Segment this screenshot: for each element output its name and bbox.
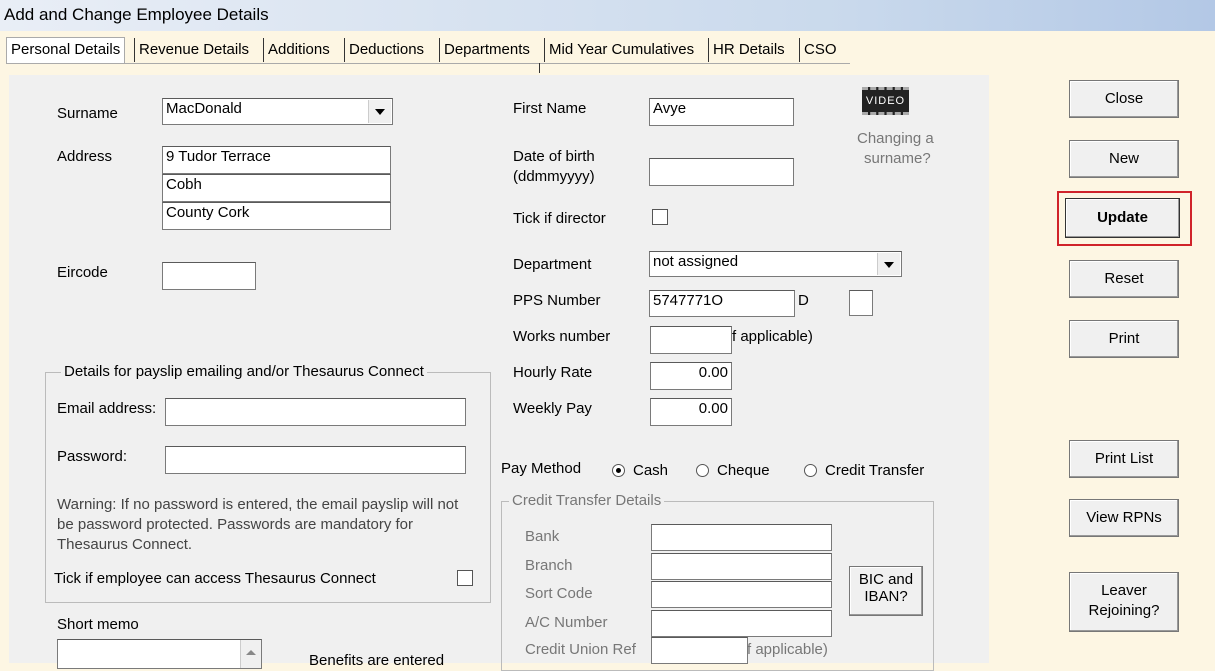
tab-cso[interactable]: CSO — [799, 38, 841, 62]
warning-line-3: Thesaurus Connect. — [57, 536, 193, 553]
address-line-1-input[interactable]: 9 Tudor Terrace — [162, 146, 391, 174]
pps-suffix-input[interactable] — [849, 290, 873, 316]
credit-union-input[interactable] — [651, 637, 748, 664]
department-label: Department — [513, 256, 592, 273]
warning-line-1: Warning: If no password is entered, the … — [57, 496, 459, 513]
connect-access-checkbox[interactable] — [457, 570, 473, 586]
tab-departments[interactable]: Departments — [439, 38, 534, 62]
email-input[interactable] — [165, 398, 466, 426]
sort-code-input[interactable] — [651, 581, 832, 608]
email-label: Email address: — [57, 400, 157, 417]
pps-label: PPS Number — [513, 292, 601, 309]
credit-union-hint: f applicable) — [747, 641, 828, 658]
password-label: Password: — [57, 448, 128, 465]
tab-tick — [539, 63, 540, 73]
print-button[interactable]: Print — [1069, 320, 1179, 358]
branch-input[interactable] — [651, 553, 832, 580]
hourly-rate-input[interactable]: 0.00 — [650, 362, 732, 390]
dob-format-label: (ddmmyyyy) — [513, 168, 595, 185]
tab-hr-details[interactable]: HR Details — [708, 38, 789, 62]
sort-code-label: Sort Code — [525, 585, 593, 602]
ac-number-label: A/C Number — [525, 614, 608, 631]
bic-iban-button[interactable]: BIC and IBAN? — [849, 566, 923, 616]
credit-union-label: Credit Union Ref — [525, 641, 636, 658]
eircode-input[interactable] — [162, 262, 256, 290]
department-value: not assigned — [653, 253, 739, 270]
pps-suffix-label: D — [798, 292, 809, 309]
pay-method-credit-transfer-label[interactable]: Credit Transfer — [825, 462, 924, 479]
department-dropdown[interactable]: not assigned — [649, 251, 902, 277]
weekly-pay-label: Weekly Pay — [513, 400, 592, 417]
scroll-up-icon[interactable] — [240, 640, 261, 668]
tab-deductions[interactable]: Deductions — [344, 38, 428, 62]
bank-input[interactable] — [651, 524, 832, 551]
ac-number-input[interactable] — [651, 610, 832, 637]
pay-method-cash-radio[interactable] — [612, 464, 625, 477]
short-memo-input[interactable] — [57, 639, 262, 669]
dob-label: Date of birth — [513, 148, 595, 165]
works-number-label: Works number — [513, 328, 611, 345]
eircode-label: Eircode — [57, 264, 108, 281]
title-bar: Add and Change Employee Details — [0, 0, 1215, 31]
tab-revenue-details[interactable]: Revenue Details — [134, 38, 253, 62]
address-label: Address — [57, 148, 113, 165]
pay-method-cash-label[interactable]: Cash — [633, 462, 668, 479]
tab-underline — [6, 63, 850, 64]
pps-input[interactable]: 5747771O — [649, 290, 795, 317]
video-caption-line-2[interactable]: surname? — [864, 150, 931, 167]
chevron-down-icon[interactable] — [368, 100, 391, 123]
address-line-2-input[interactable]: Cobh — [162, 174, 391, 202]
print-list-button[interactable]: Print List — [1069, 440, 1179, 478]
benefits-text: Benefits are entered — [309, 652, 445, 669]
dob-input[interactable] — [649, 158, 794, 186]
branch-label: Branch — [525, 557, 573, 574]
bank-label: Bank — [525, 528, 560, 545]
email-group-title: Details for payslip emailing and/or Thes… — [61, 363, 427, 380]
weekly-pay-input[interactable]: 0.00 — [650, 398, 732, 426]
video-caption-line-1[interactable]: Changing a — [857, 130, 934, 147]
first-name-label: First Name — [513, 100, 587, 117]
leaver-rejoining-button[interactable]: Leaver Rejoining? — [1069, 572, 1179, 632]
pay-method-label: Pay Method — [501, 460, 582, 477]
personal-details-panel: Surname MacDonald Address 9 Tudor Terrac… — [9, 75, 989, 671]
window-title: Add and Change Employee Details — [4, 5, 269, 24]
hourly-rate-label: Hourly Rate — [513, 364, 593, 381]
update-button-highlight — [1057, 191, 1192, 246]
works-number-input[interactable] — [650, 326, 732, 354]
warning-line-2: be password protected. Passwords are man… — [57, 516, 414, 533]
video-icon[interactable]: VIDEO — [862, 87, 909, 115]
director-label: Tick if director — [513, 210, 606, 227]
tab-mid-year-cumulatives[interactable]: Mid Year Cumulatives — [544, 38, 698, 62]
short-memo-label: Short memo — [57, 616, 139, 633]
credit-transfer-title: Credit Transfer Details — [509, 492, 665, 509]
pay-method-cheque-radio[interactable] — [696, 464, 709, 477]
tab-personal-details[interactable]: Personal Details — [6, 37, 126, 63]
pay-method-cheque-label[interactable]: Cheque — [717, 462, 770, 479]
reset-button[interactable]: Reset — [1069, 260, 1179, 298]
connect-access-label: Tick if employee can access Thesaurus Co… — [54, 570, 376, 587]
surname-label: Surname — [57, 105, 118, 122]
view-rpns-button[interactable]: View RPNs — [1069, 499, 1179, 537]
new-button[interactable]: New — [1069, 140, 1179, 178]
first-name-input[interactable]: Avye — [649, 98, 794, 126]
close-button[interactable]: Close — [1069, 80, 1179, 118]
address-line-3-input[interactable]: County Cork — [162, 202, 391, 230]
password-input[interactable] — [165, 446, 466, 474]
surname-dropdown[interactable]: MacDonald — [162, 98, 393, 125]
director-checkbox[interactable] — [652, 209, 668, 225]
works-number-hint: f applicable) — [732, 328, 813, 345]
pay-method-credit-transfer-radio[interactable] — [804, 464, 817, 477]
tab-additions[interactable]: Additions — [263, 38, 334, 62]
chevron-down-icon[interactable] — [877, 253, 900, 275]
surname-value: MacDonald — [166, 100, 242, 117]
